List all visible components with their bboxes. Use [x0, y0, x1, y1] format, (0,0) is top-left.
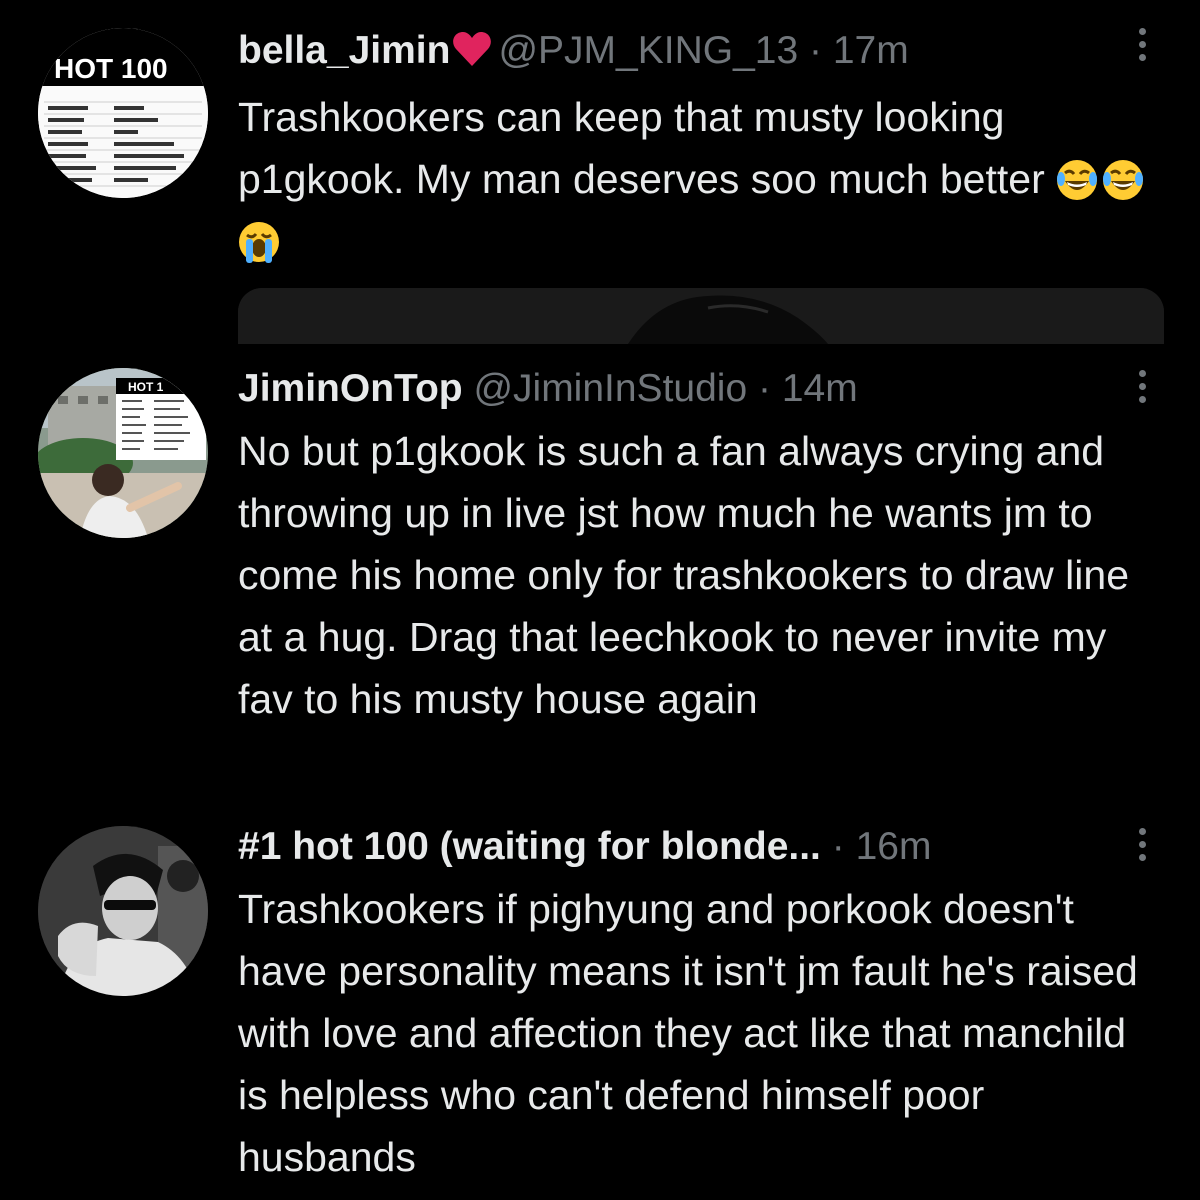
separator-dot: ·: [758, 367, 771, 410]
avatar-chart-title: HOT 1: [128, 380, 164, 394]
avatar[interactable]: HOT 1: [38, 368, 208, 538]
avatar[interactable]: HOT 100: [38, 28, 208, 198]
heart-icon: [452, 30, 492, 80]
tweet-header: bella_Jimin @PJM_KING_13 · 17m: [238, 26, 1158, 80]
timestamp[interactable]: 14m: [782, 367, 858, 410]
more-options-icon[interactable]: [1136, 370, 1148, 410]
more-options-icon[interactable]: [1136, 828, 1148, 868]
separator-dot: ·: [808, 29, 822, 72]
avatar-chart-title: HOT 100: [54, 53, 168, 84]
tweet-header: #1 hot 100 (waiting for blonde... · 16m: [238, 822, 1158, 872]
handle[interactable]: @PJM_KING_13: [498, 29, 798, 72]
loudly-crying-face-icon: [238, 218, 280, 263]
more-options-icon[interactable]: [1136, 28, 1148, 68]
face-with-tears-of-joy-icon: [1102, 156, 1144, 200]
tweet-media-image[interactable]: [238, 288, 1164, 344]
display-name[interactable]: JiminOnTop: [238, 367, 463, 410]
separator-dot: ·: [831, 825, 845, 868]
tweet-text: Trashkookers can keep that musty looking…: [238, 86, 1158, 272]
handle[interactable]: @JiminInStudio: [473, 367, 747, 410]
timestamp[interactable]: 17m: [833, 29, 909, 72]
display-name[interactable]: bella_Jimin: [238, 29, 450, 72]
tweet-text-content: Trashkookers can keep that musty looking…: [238, 94, 1045, 202]
tweet-header: JiminOnTop @JiminInStudio · 14m: [238, 364, 1158, 414]
tweet-text: Trashkookers if pighyung and porkook doe…: [238, 886, 1138, 1180]
timestamp[interactable]: 16m: [856, 825, 932, 868]
avatar[interactable]: [38, 826, 208, 996]
face-with-tears-of-joy-icon: [1056, 156, 1098, 200]
display-name[interactable]: #1 hot 100 (waiting for blonde...: [238, 825, 821, 868]
tweet-text: No but p1gkook is such a fan always cryi…: [238, 428, 1130, 722]
